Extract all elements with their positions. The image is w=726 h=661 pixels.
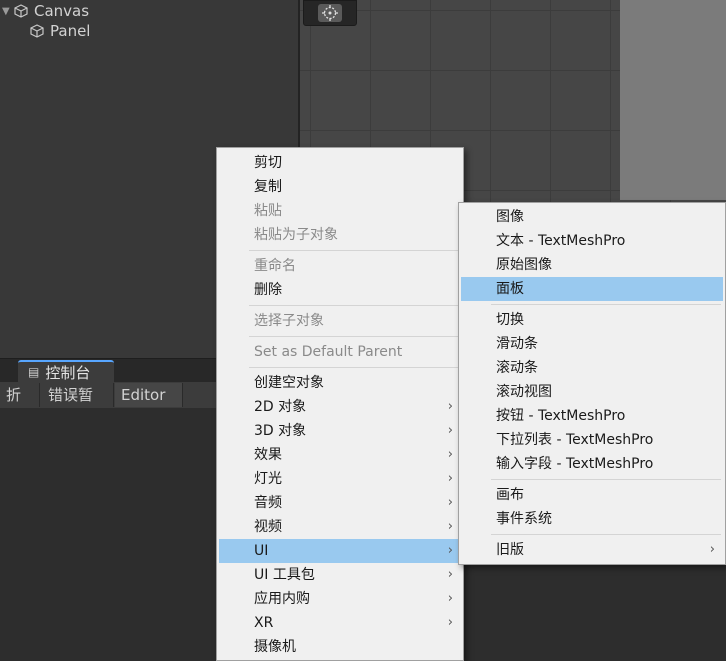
submenu-arrow-icon: ›: [447, 615, 453, 630]
menu-item-paste: 粘贴: [254, 203, 282, 219]
move-tool-icon: [318, 4, 342, 22]
submenu-item-event-system[interactable]: 事件系统: [461, 507, 723, 531]
console-icon: ▤: [28, 365, 40, 379]
editor-dropdown[interactable]: Editor ▾: [115, 383, 183, 428]
menu-item-select-children: 选择子对象: [254, 313, 324, 329]
submenu-item-panel[interactable]: 面板: [461, 277, 723, 301]
submenu-item-text-tmp[interactable]: 文本 - TextMeshPro: [461, 229, 723, 253]
hierarchy-item-panel[interactable]: Panel: [30, 21, 90, 41]
submenu-arrow-icon: ›: [447, 543, 453, 558]
submenu-item-scrollbar[interactable]: 滚动条: [461, 356, 723, 380]
hierarchy-item-label: Panel: [50, 22, 91, 40]
tab-console-label: 控制台: [45, 363, 91, 382]
menu-separator: [249, 250, 459, 251]
submenu-arrow-icon: ›: [709, 542, 715, 557]
menu-separator: [491, 479, 721, 480]
menu-separator: [249, 367, 459, 368]
menu-item-set-default-parent: Set as Default Parent: [254, 344, 403, 360]
menu-item-3d-object[interactable]: 3D 对象 ›: [219, 419, 461, 443]
ui-submenu: 图像 文本 - TextMeshPro 原始图像 面板 切换 滑动条 滚动条 滚…: [458, 202, 726, 565]
hierarchy-item-canvas[interactable]: ▼ Canvas: [2, 1, 89, 21]
error-pause-button[interactable]: 错误暂停: [42, 383, 114, 428]
expand-arrow-icon[interactable]: ▼: [2, 6, 12, 17]
menu-item-audio[interactable]: 音频 ›: [219, 491, 461, 515]
menu-item-video[interactable]: 视频 ›: [219, 515, 461, 539]
menu-item-rename: 重命名: [254, 258, 296, 274]
tab-console[interactable]: ▤ 控制台: [18, 360, 114, 382]
submenu-arrow-icon: ›: [447, 567, 453, 582]
context-menu: 剪切 复制 粘贴 粘贴为子对象 重命名 删除 选择子对象 Set as Defa…: [216, 147, 464, 661]
submenu-item-canvas[interactable]: 画布: [461, 483, 723, 507]
menu-item-copy[interactable]: 复制: [219, 175, 461, 199]
submenu-item-scroll-view[interactable]: 滚动视图: [461, 380, 723, 404]
submenu-item-raw-image[interactable]: 原始图像: [461, 253, 723, 277]
submenu-arrow-icon: ›: [447, 423, 453, 438]
menu-item-ui[interactable]: UI ›: [219, 539, 461, 563]
menu-item-in-app-purchasing[interactable]: 应用内购 ›: [219, 587, 461, 611]
submenu-item-toggle[interactable]: 切换: [461, 308, 723, 332]
submenu-arrow-icon: ›: [447, 591, 453, 606]
gameobject-cube-icon: [30, 24, 44, 38]
submenu-arrow-icon: ›: [447, 399, 453, 414]
menu-separator: [491, 304, 721, 305]
gameobject-cube-icon: [14, 4, 28, 18]
menu-item-camera[interactable]: 摄像机: [219, 635, 461, 659]
menu-separator: [249, 305, 459, 306]
submenu-item-dropdown-tmp[interactable]: 下拉列表 - TextMeshPro: [461, 428, 723, 452]
submenu-arrow-icon: ›: [447, 495, 453, 510]
menu-item-effects[interactable]: 效果 ›: [219, 443, 461, 467]
submenu-item-legacy[interactable]: 旧版 ›: [461, 538, 723, 562]
submenu-arrow-icon: ›: [447, 471, 453, 486]
menu-separator: [491, 534, 721, 535]
menu-separator: [249, 336, 459, 337]
submenu-arrow-icon: ›: [447, 519, 453, 534]
collapse-button[interactable]: 折叠: [0, 383, 40, 428]
menu-item-light[interactable]: 灯光 ›: [219, 467, 461, 491]
scene-canvas-rect: [620, 0, 726, 200]
menu-item-ui-toolkit[interactable]: UI 工具包 ›: [219, 563, 461, 587]
submenu-arrow-icon: ›: [447, 447, 453, 462]
menu-item-delete[interactable]: 删除: [219, 278, 461, 302]
menu-item-xr[interactable]: XR ›: [219, 611, 461, 635]
menu-item-2d-object[interactable]: 2D 对象 ›: [219, 395, 461, 419]
rect-tool-button[interactable]: [303, 0, 357, 26]
menu-item-paste-as-child: 粘贴为子对象: [254, 227, 338, 243]
menu-item-create-empty[interactable]: 创建空对象: [219, 371, 461, 395]
submenu-item-button-tmp[interactable]: 按钮 - TextMeshPro: [461, 404, 723, 428]
hierarchy-item-label: Canvas: [34, 2, 90, 20]
submenu-item-image[interactable]: 图像: [461, 205, 723, 229]
menu-item-cut[interactable]: 剪切: [219, 151, 461, 175]
submenu-item-input-field-tmp[interactable]: 输入字段 - TextMeshPro: [461, 452, 723, 476]
submenu-item-slider[interactable]: 滑动条: [461, 332, 723, 356]
